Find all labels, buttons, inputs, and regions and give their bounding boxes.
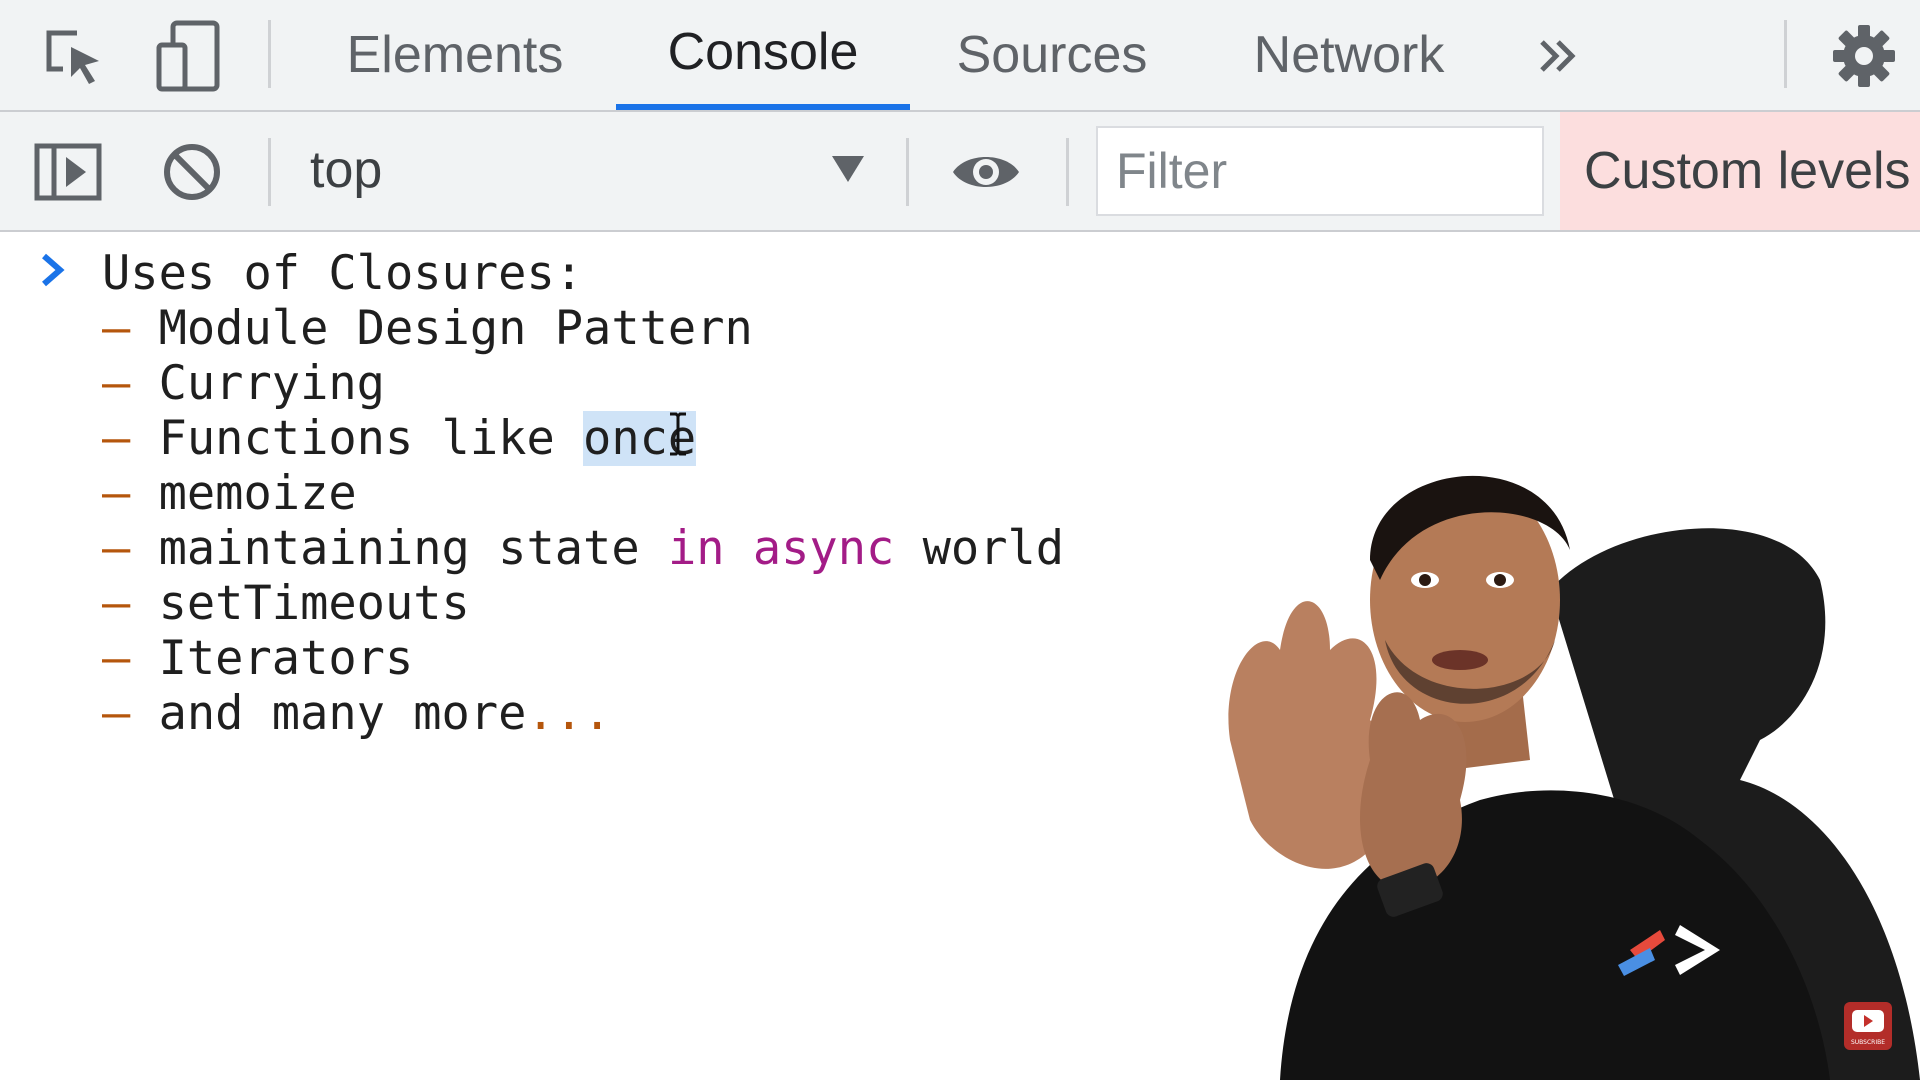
clear-console-icon[interactable] (150, 130, 234, 214)
list-dash: – (102, 631, 131, 686)
console-heading: Uses of Closures: (102, 246, 584, 301)
list-dash: – (102, 301, 131, 356)
list-item: – Module Design Pattern (102, 301, 1064, 356)
gear-icon[interactable] (1822, 14, 1906, 98)
list-item: – Functions like once (102, 411, 1064, 466)
list-item-text: Iterators (158, 631, 414, 686)
filter-input[interactable] (1096, 126, 1544, 216)
console-toolbar: top Custom levels (0, 112, 1920, 232)
list-item-text: Functions like (158, 411, 584, 466)
device-toolbar-icon[interactable] (146, 14, 230, 98)
keyword-highlight: in async (667, 521, 895, 576)
eye-icon[interactable] (944, 130, 1028, 214)
presenter-webcam-overlay (1220, 420, 1920, 1080)
list-item-text-tail: world (894, 521, 1065, 576)
list-item-text: Module Design Pattern (158, 301, 753, 356)
youtube-subscribe-icon[interactable]: SUBSCRIBE (1842, 1000, 1894, 1057)
toolbar-divider (268, 138, 271, 206)
toolbar-divider (268, 20, 271, 88)
svg-text:SUBSCRIBE: SUBSCRIBE (1851, 1039, 1885, 1046)
list-item: – and many more... (102, 686, 1064, 741)
list-dash: – (102, 356, 131, 411)
list-item-text: Currying (158, 356, 385, 411)
context-selector[interactable]: top (310, 140, 382, 200)
console-message[interactable]: Uses of Closures: – Module Design Patter… (102, 246, 1064, 741)
text-cursor-icon (666, 412, 690, 461)
list-dash: – (102, 576, 131, 631)
chevron-double-right-icon[interactable] (1516, 14, 1600, 98)
list-item: – Iterators (102, 631, 1064, 686)
tab-console[interactable]: Console (616, 0, 910, 110)
list-item-text: and many more (158, 686, 527, 741)
tab-network[interactable]: Network (1206, 0, 1492, 110)
list-dash: – (102, 466, 131, 521)
prompt-chevron-icon (38, 250, 68, 295)
inspect-element-icon[interactable] (30, 14, 114, 98)
toolbar-divider (1784, 20, 1787, 88)
log-levels-dropdown[interactable]: Custom levels (1560, 112, 1920, 230)
list-dash: – (102, 686, 131, 741)
list-dash: – (102, 411, 131, 466)
list-item: – maintaining state in async world (102, 521, 1064, 576)
list-item: – memoize (102, 466, 1064, 521)
list-item: – Currying (102, 356, 1064, 411)
list-item-text: setTimeouts (158, 576, 470, 631)
tab-sources[interactable]: Sources (924, 0, 1180, 110)
devtools-tab-bar: Elements Console Sources Network (0, 0, 1920, 112)
sidebar-toggle-icon[interactable] (26, 130, 110, 214)
toolbar-divider (906, 138, 909, 206)
toolbar-divider (1066, 138, 1069, 206)
tab-elements[interactable]: Elements (312, 0, 598, 110)
list-dash: – (102, 521, 131, 576)
dropdown-arrow-icon[interactable] (832, 156, 864, 182)
list-item-text: maintaining state (158, 521, 668, 576)
list-item: – setTimeouts (102, 576, 1064, 631)
ellipsis: ... (526, 686, 612, 741)
list-item-text: memoize (158, 466, 357, 521)
